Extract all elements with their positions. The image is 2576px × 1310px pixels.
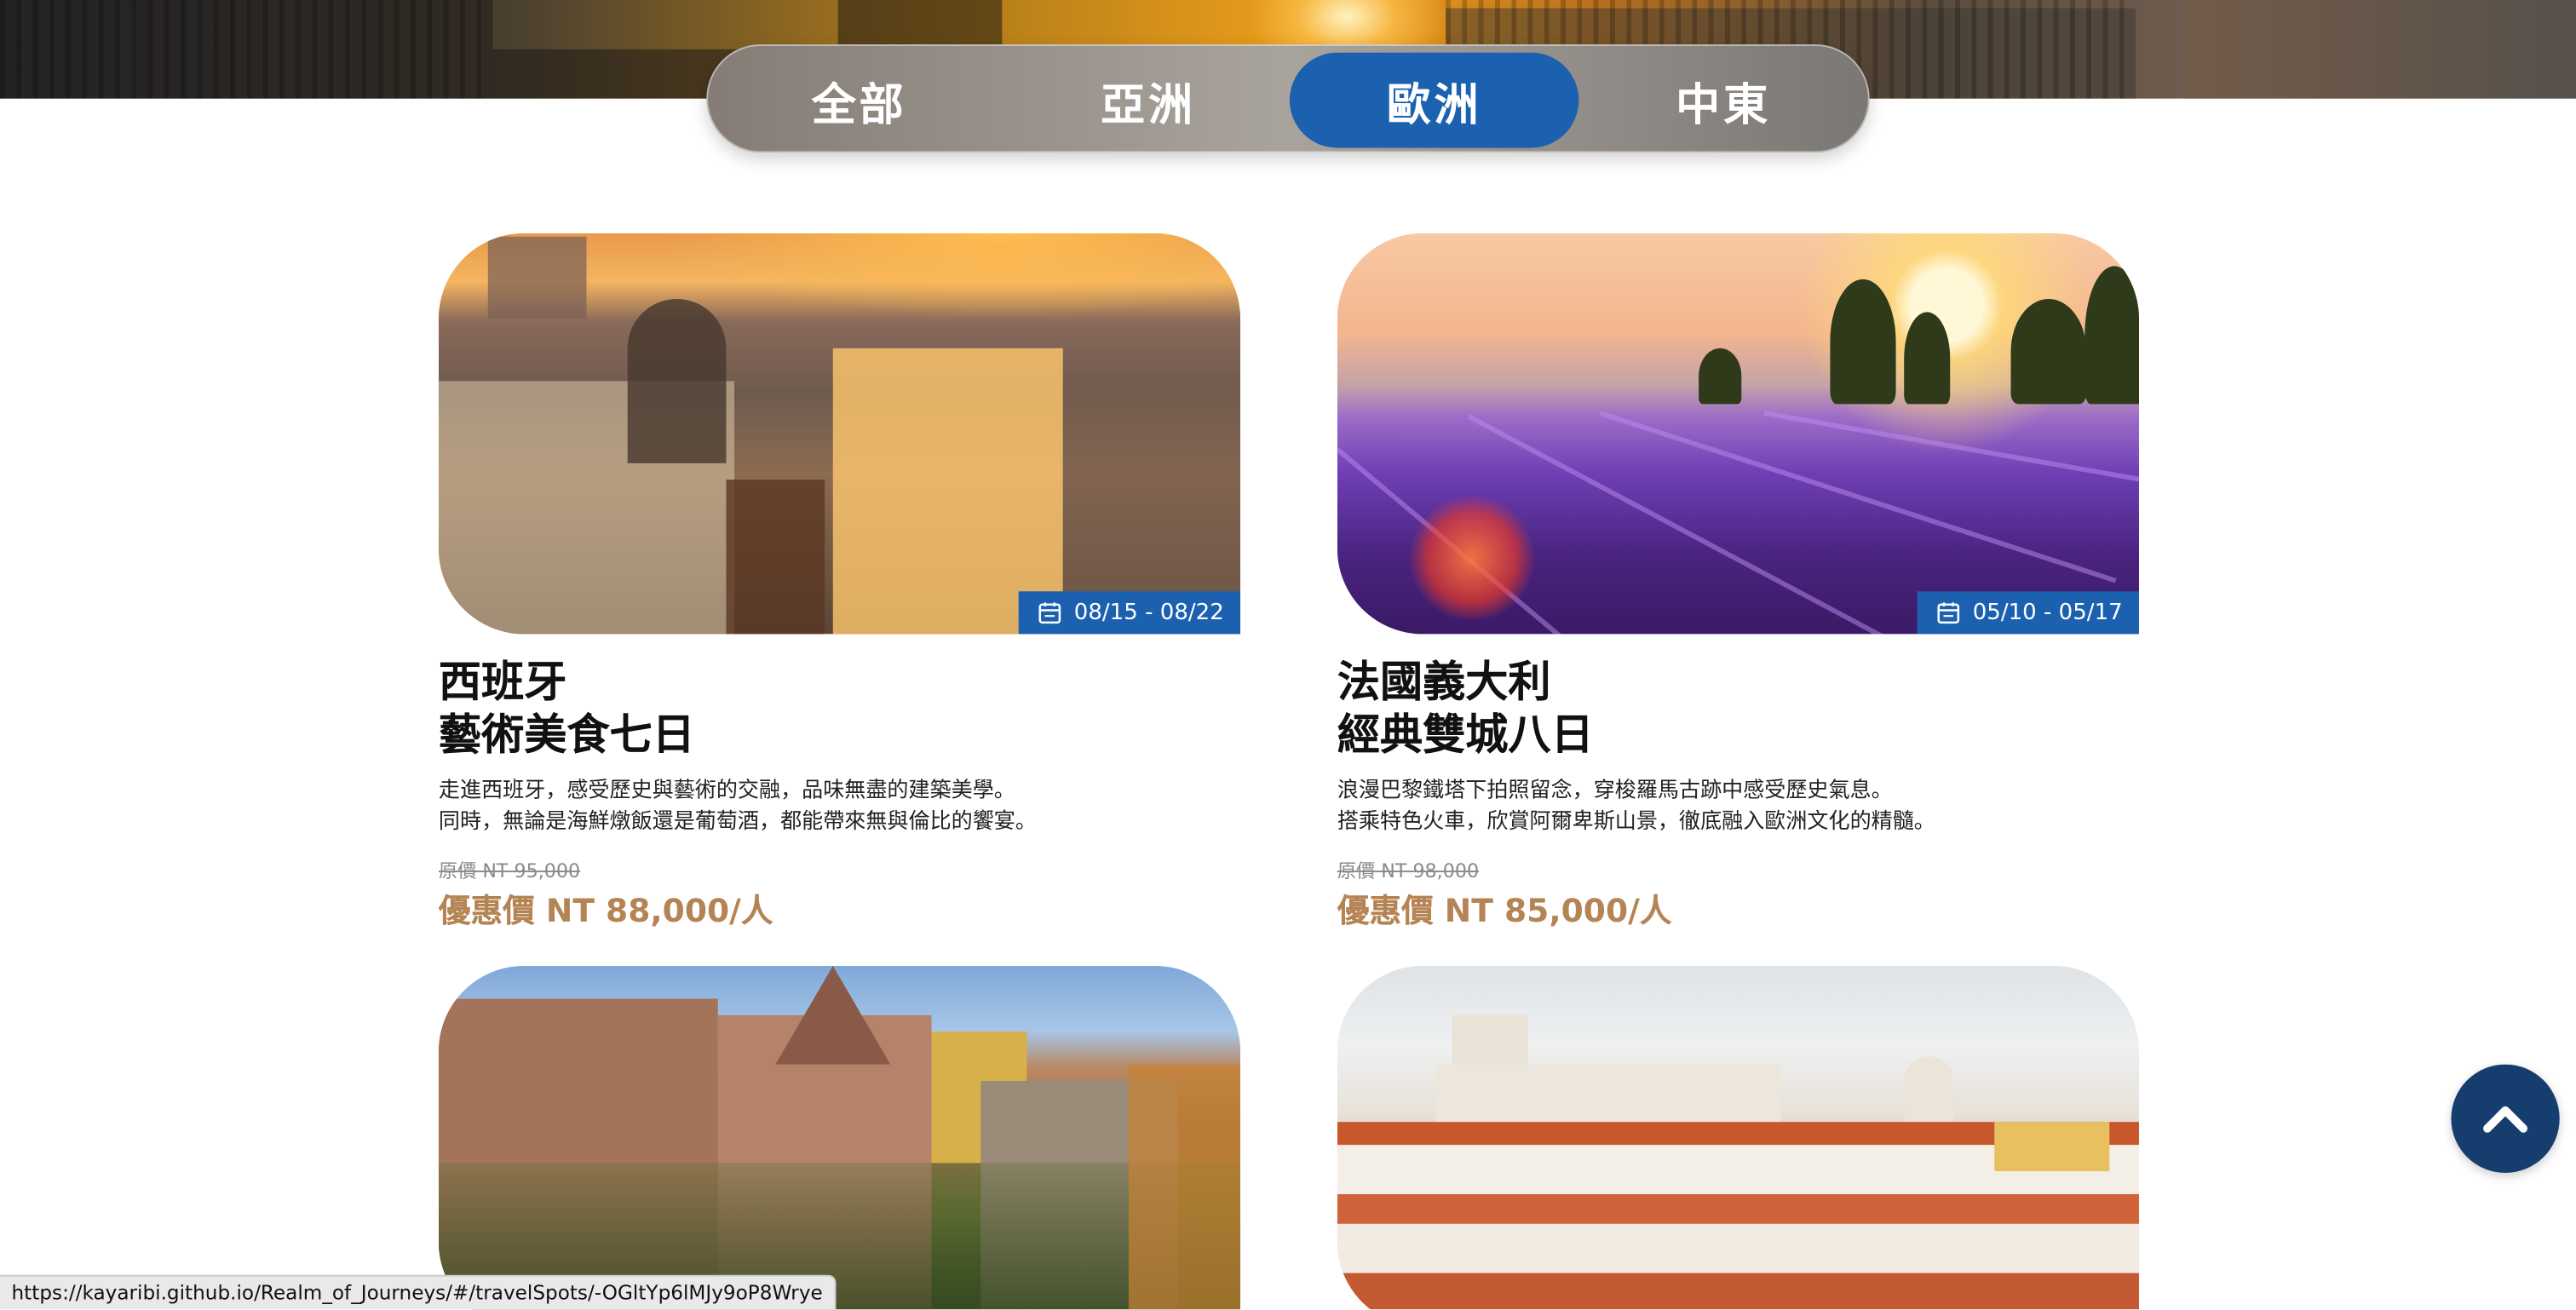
- tour-title[interactable]: 法國義大利 經典雙城八日: [1337, 657, 2139, 761]
- tour-title[interactable]: 西班牙 藝術美食七日: [439, 657, 1240, 761]
- tour-image-madrid[interactable]: 08/15 - 08/22: [438, 233, 1241, 635]
- image-lavender-row: [1467, 414, 1906, 635]
- date-range: 08/15 - 08/22: [1073, 599, 1224, 626]
- tab-europe[interactable]: 歐洲: [1289, 52, 1579, 148]
- image-dome: [1904, 1056, 1954, 1123]
- tour-description-line: 走進西班牙，感受歷史與藝術的交融，品味無盡的建築美學。: [438, 779, 1015, 804]
- hero-building: [492, 49, 739, 99]
- date-badge: 08/15 - 08/22: [1018, 591, 1241, 635]
- sale-price: 優惠價 NT 85,000/人: [1337, 892, 1672, 930]
- tour-description-line: 浪漫巴黎鐵塔下拍照留念，穿梭羅馬古跡中感受歷史氣息。: [1337, 779, 1893, 804]
- tour-description: 浪漫巴黎鐵塔下拍照留念，穿梭羅馬古跡中感受歷史氣息。 搭乘特色火車，欣賞阿爾卑斯…: [1337, 775, 2139, 837]
- image-monastery: [1435, 1064, 1781, 1130]
- image-tree: [2084, 266, 2139, 405]
- calendar-icon: [1038, 602, 1061, 624]
- tour-image-city[interactable]: [1337, 965, 2139, 1310]
- image-autumn-tree: [1128, 1064, 1241, 1310]
- image-tree: [1904, 312, 1951, 405]
- original-price: 原價 NT 95,000: [438, 859, 581, 882]
- image-roofs: [1337, 1273, 2139, 1310]
- tour-image-village[interactable]: [438, 965, 1241, 1310]
- tour-title-line: 法國義大利: [1337, 658, 1551, 709]
- image-tree: [1830, 279, 1896, 405]
- image-lavender-row: [1337, 447, 1742, 635]
- image-lens-flare: [1409, 496, 1535, 621]
- tour-image-lavender[interactable]: 05/10 - 05/17: [1337, 233, 2139, 635]
- image-roofs: [1337, 1194, 2139, 1224]
- region-tabs: 全部 亞洲 歐洲 中東: [706, 44, 1870, 153]
- tab-all[interactable]: 全部: [715, 53, 1003, 148]
- tour-description-line: 同時，無論是海鮮燉飯還是葡萄酒，都能帶來無與倫比的饗宴。: [438, 809, 1037, 835]
- image-lavender-row: [1599, 411, 2117, 583]
- image-lavender-row: [1763, 411, 2139, 490]
- image-walls: [1337, 1223, 2139, 1273]
- date-range: 05/10 - 05/17: [1972, 599, 2123, 626]
- tour-card-portugal[interactable]: [1337, 965, 2139, 1310]
- back-to-top-button[interactable]: [2451, 1064, 2560, 1173]
- hero-building-windows: [0, 0, 493, 99]
- original-price: 原價 NT 98,000: [1337, 859, 1480, 882]
- image-tree: [2010, 298, 2087, 405]
- tour-card-france-italy[interactable]: 05/10 - 05/17 法國義大利 經典雙城八日 浪漫巴黎鐵塔下拍照留念，穿…: [1337, 233, 2139, 939]
- image-yellow-building: [1994, 1122, 2110, 1172]
- chevron-up-icon: [2483, 1106, 2528, 1133]
- hero-bridge: [2184, 0, 2576, 99]
- image-tree: [1699, 348, 1742, 405]
- tab-asia[interactable]: 亞洲: [1003, 53, 1292, 148]
- date-badge: 05/10 - 05/17: [1917, 591, 2139, 635]
- status-url-text: https://kayaribi.github.io/Realm_of_Jour…: [11, 1281, 823, 1305]
- tour-card-scotland[interactable]: [438, 965, 1241, 1310]
- tour-description: 走進西班牙，感受歷史與藝術的交融，品味無盡的建築美學。 同時，無論是海鮮燉飯還是…: [439, 775, 1240, 837]
- tour-title-line: 藝術美食七日: [438, 711, 695, 761]
- tour-description-line: 搭乘特色火車，欣賞阿爾卑斯山景，徹底融入歐洲文化的精髓。: [1337, 809, 1935, 835]
- image-building: [487, 236, 587, 319]
- tab-middle-east[interactable]: 中東: [1578, 53, 1867, 148]
- tour-card-spain[interactable]: 08/15 - 08/22 西班牙 藝術美食七日 走進西班牙，感受歷史與藝術的交…: [438, 233, 1241, 939]
- browser-status-url: https://kayaribi.github.io/Realm_of_Jour…: [0, 1274, 837, 1310]
- image-dome: [627, 298, 727, 463]
- tour-title-line: 經典雙城八日: [1337, 711, 1594, 761]
- image-street: [726, 480, 825, 635]
- sale-price: 優惠價 NT 88,000/人: [438, 892, 773, 930]
- calendar-icon: [1936, 602, 1959, 624]
- tour-title-line: 西班牙: [438, 658, 567, 709]
